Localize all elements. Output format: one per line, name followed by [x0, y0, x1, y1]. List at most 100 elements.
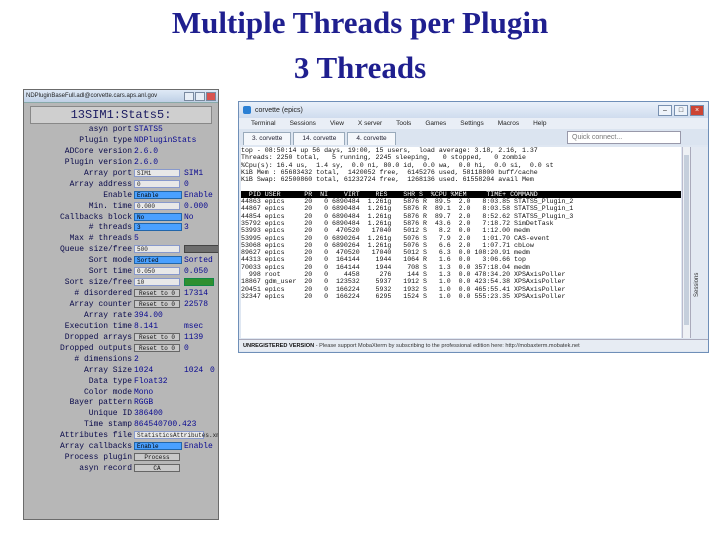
menu-item[interactable]: Macros	[498, 120, 519, 127]
row-value: STATS5	[134, 125, 163, 134]
medm-titlebar[interactable]: NDPluginBaseFull.adl@corvette.cars.aps.a…	[24, 90, 218, 103]
row-value: 8.141	[134, 321, 159, 331]
quick-connect-input[interactable]: Quick connect...	[567, 131, 681, 144]
row-input[interactable]: 0.000	[134, 201, 180, 210]
maximize-icon[interactable]	[195, 92, 205, 101]
row-label: Time stamp	[83, 420, 132, 430]
status-message: - Please support MobaXterm by subscribin…	[314, 343, 580, 349]
row-label: Execution time	[64, 321, 132, 331]
maximize-icon[interactable]: □	[674, 105, 688, 116]
row-input[interactable]: 500	[134, 245, 180, 254]
row-button[interactable]: Reset to 0	[134, 332, 180, 341]
menu-item[interactable]: Tools	[396, 120, 411, 127]
scrollbar-thumb[interactable]	[684, 155, 689, 325]
row-value: Float32	[134, 376, 168, 386]
terminal-line: 89627 epics 20 0 470520 17040 5012 S 6.3…	[241, 249, 530, 257]
terminal-line: 18867 gdm_user 20 0 123532 5937 1912 S 1…	[241, 278, 566, 286]
terminal-line: 20451 epics 20 0 166224 5932 1932 S 1.0 …	[241, 285, 566, 293]
row-value: 386400	[134, 409, 163, 419]
menu-item[interactable]: Sessions	[290, 120, 316, 127]
row-readback	[184, 245, 218, 254]
row-label: ADCore version	[64, 146, 132, 156]
medm-row: Queue size/free 500	[24, 244, 218, 255]
medm-row: Execution time 8.141 msec	[24, 321, 218, 332]
medm-row: Sort mode Sorted Sorted	[24, 255, 218, 266]
row-menu[interactable]: Enable	[134, 190, 182, 199]
row-menu[interactable]: Sorted	[134, 256, 182, 265]
medm-rows: asyn port STATS5 Plugin type NDPluginStats A…	[24, 124, 218, 474]
slide-title-line2: 3 Threads	[293, 50, 427, 85]
minimize-icon[interactable]	[184, 92, 194, 101]
sessions-sidebar[interactable]: Sessions	[690, 147, 708, 338]
row-input[interactable]: SIM1	[134, 168, 180, 177]
row-label: Unique ID	[88, 409, 132, 419]
terminal-tab[interactable]: 3. corvette	[243, 132, 292, 145]
terminal-screen[interactable]: top - 08:50:14 up 56 days, 19:00, 15 use…	[241, 147, 681, 338]
row-text-input[interactable]: StatisticsAttributes.xml	[134, 431, 218, 440]
row-readback: 22578	[184, 300, 209, 309]
row-label: # disordered	[74, 289, 132, 299]
row-readback: SIM1	[184, 168, 204, 178]
row-input[interactable]: 0.050	[134, 267, 180, 276]
row-readback: 0.000	[184, 201, 209, 211]
row-label: Queue size/free	[59, 245, 132, 255]
row-button[interactable]: Reset to 0	[134, 300, 180, 308]
row-button[interactable]: Reset to 0	[134, 289, 180, 298]
terminal-line: KiB Mem : 65683432 total, 1420052 free, …	[241, 168, 538, 176]
row-label: Sort time	[88, 267, 132, 277]
row-value: 394.00	[134, 310, 163, 320]
row-input[interactable]: 10	[134, 278, 180, 287]
terminal-tab[interactable]: 4. corvette	[347, 132, 396, 145]
row-label: Max # threads	[69, 234, 132, 244]
terminal-line: 53068 epics 20 0 6890264 1.261g 5076 S 6…	[241, 241, 534, 249]
slide-title-line1: Multiple Threads per Plugin	[171, 5, 549, 40]
row-menu[interactable]: Enable	[134, 442, 182, 451]
medm-row: Array Size 1024 1024 0	[24, 365, 218, 376]
medm-row: Bayer pattern RGGB	[24, 397, 218, 408]
medm-plugin-panel: NDPluginBaseFull.adl@corvette.cars.aps.a…	[23, 89, 219, 520]
row-button[interactable]: Reset to 0	[134, 343, 180, 352]
row-value: 1024	[134, 365, 154, 375]
terminal-line: PID USER PR NI VIRT RES SHR S %CPU %MEM …	[241, 190, 681, 199]
menu-item[interactable]: Games	[425, 120, 446, 127]
row-readback: 0	[184, 343, 189, 353]
terminal-line: 44867 epics 20 0 6890484 1.261g 5876 R 8…	[241, 205, 574, 213]
medm-row: Process plugin Process	[24, 452, 218, 463]
medm-row: Array port SIM1 SIM1	[24, 168, 218, 179]
row-readback: 1139	[184, 332, 204, 342]
terminal-tabs: 3. corvette 14. corvette 4. corvette Quick …	[239, 129, 708, 145]
menu-item[interactable]: Terminal	[251, 120, 276, 127]
row-label: Array port	[83, 168, 132, 178]
close-icon[interactable]: ×	[690, 105, 704, 116]
row-menu[interactable]: No	[134, 212, 182, 221]
row-label: Attributes file	[59, 431, 132, 441]
row-label: Process plugin	[64, 453, 132, 463]
terminal-window: corvette (epics) – □ × Terminal Sessions V…	[238, 101, 709, 353]
terminal-scrollbar[interactable]	[682, 147, 690, 338]
medm-row: asyn port STATS5	[24, 124, 218, 135]
menu-item[interactable]: Settings	[460, 120, 484, 127]
row-menu[interactable]: 3	[134, 223, 182, 232]
menu-item[interactable]: X server	[358, 120, 382, 127]
row-readback: No	[184, 212, 194, 222]
medm-row: Array rate 394.00	[24, 310, 218, 321]
menu-item[interactable]: Help	[533, 120, 546, 127]
row-input[interactable]: 0	[134, 179, 180, 188]
row-label: Array counter	[69, 300, 132, 309]
medm-row: Data type Float32	[24, 376, 218, 387]
menu-item[interactable]: View	[330, 120, 344, 127]
terminal-line: %Cpu(s): 16.4 us, 1.4 sy, 0.0 ni, 80.0 i…	[241, 161, 554, 169]
row-value: Mono	[134, 387, 154, 397]
close-icon[interactable]	[206, 92, 216, 101]
terminal-line: KiB Swap: 62500860 total, 61232724 free,…	[241, 176, 534, 184]
row-label: Sort mode	[88, 256, 132, 266]
medm-row: Array counter Reset to 0 22578	[24, 299, 218, 310]
terminal-titlebar[interactable]: corvette (epics) – □ ×	[239, 102, 708, 118]
row-button[interactable]: Process	[134, 453, 180, 462]
row-button[interactable]: CA	[134, 464, 180, 473]
minimize-icon[interactable]: –	[658, 105, 672, 116]
row-value: 864540700.423	[134, 420, 197, 430]
terminal-tab[interactable]: 14. corvette	[293, 132, 346, 145]
medm-row: # threads 3 3	[24, 222, 218, 233]
